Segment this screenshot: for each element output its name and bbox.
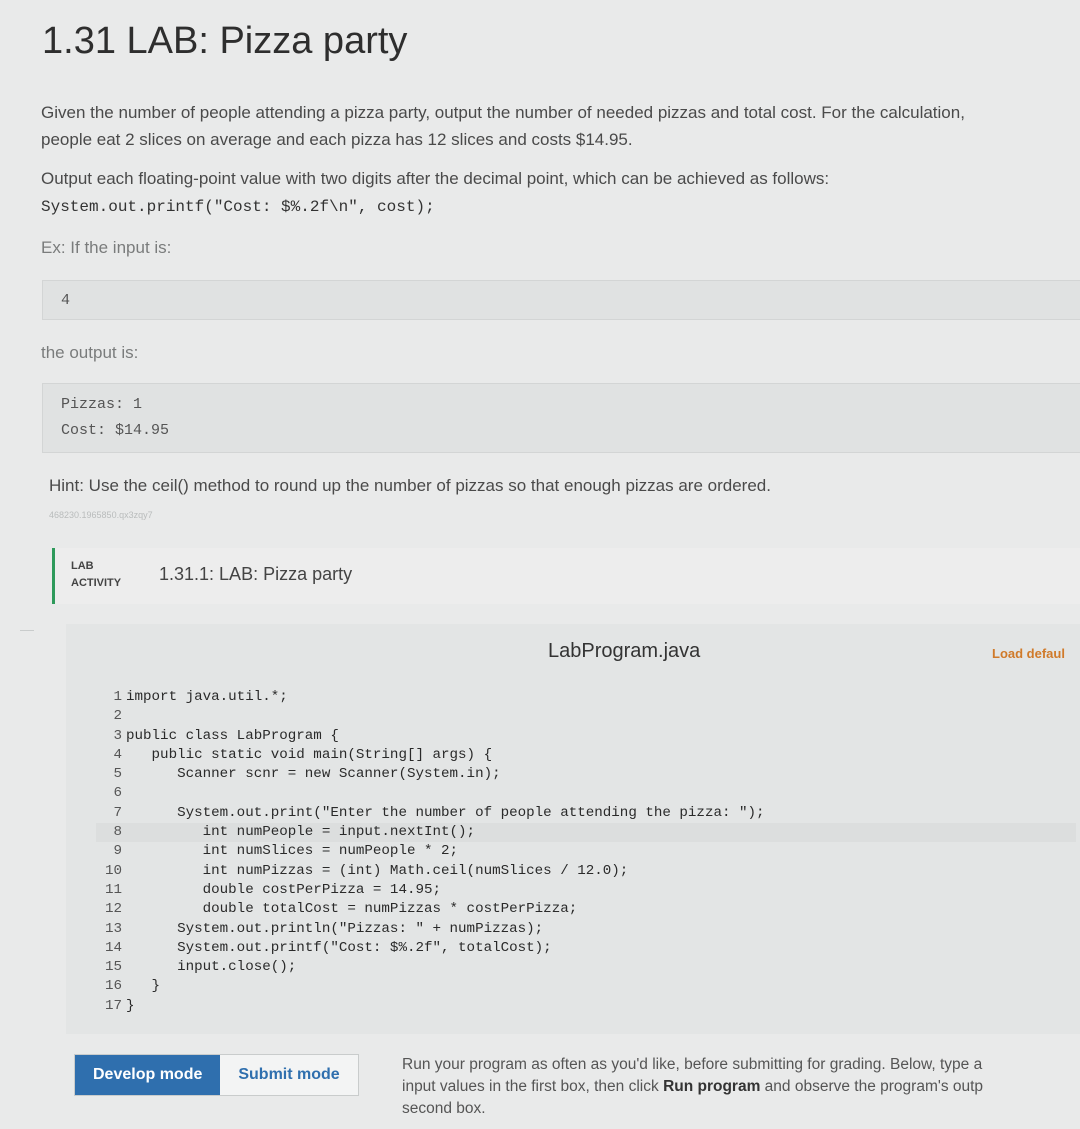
- line-number: 5: [113, 766, 122, 783]
- line-number: 13: [104, 920, 122, 937]
- line-number: 9: [113, 843, 122, 860]
- code-line[interactable]: 1 import java.util.*;: [96, 688, 1076, 707]
- description-line-3: Output each floating-point value with tw…: [41, 169, 830, 188]
- line-number: 15: [104, 959, 122, 976]
- example-output-line-2: Cost: $14.95: [61, 422, 170, 439]
- line-number: 8: [113, 824, 122, 841]
- code-line[interactable]: 15 input.close();: [96, 958, 1076, 977]
- example-input-label: Ex: If the input is:: [41, 238, 172, 257]
- line-source[interactable]: System.out.printf("Cost: $%.2f", totalCo…: [126, 940, 552, 956]
- instructions-line-2b: and observe the program's outp: [760, 1078, 984, 1095]
- line-source[interactable]: double costPerPizza = 14.95;: [126, 882, 441, 898]
- lab-activity-name: 1.31.1: LAB: Pizza party: [159, 564, 353, 584]
- example-output-box: Pizzas: 1 Cost: $14.95: [42, 383, 1080, 453]
- code-editor[interactable]: LabProgram.java Load defaul 1 import java…: [66, 624, 1080, 1034]
- code-lines[interactable]: 1 import java.util.*; 2 3 public class LabPr…: [96, 688, 1076, 1016]
- line-number: 7: [113, 804, 122, 821]
- line-source[interactable]: }: [126, 978, 161, 994]
- code-line[interactable]: 7 System.out.print("Enter the number of …: [96, 804, 1076, 823]
- code-line[interactable]: 10 int numPizzas = (int) Math.ceil(numSl…: [96, 862, 1076, 881]
- line-number: 11: [104, 881, 122, 898]
- tracking-id: 468230.1965850.qx3zqy7: [49, 510, 153, 520]
- code-line[interactable]: 2: [96, 707, 1076, 726]
- example-input-value: 4: [61, 292, 71, 309]
- code-line[interactable]: 6: [96, 784, 1076, 803]
- line-source[interactable]: public static void main(String[] args) {: [126, 747, 493, 763]
- example-output-line-1: Pizzas: 1: [61, 396, 143, 413]
- run-instructions: Run your program as often as you'd like,…: [402, 1054, 1072, 1120]
- line-source[interactable]: double totalCost = numPizzas * costPerPi…: [126, 901, 578, 917]
- line-number: 6: [113, 785, 122, 802]
- line-number: 1: [113, 689, 122, 705]
- instructions-line-2a: input values in the first box, then clic…: [402, 1078, 664, 1095]
- editor-filename: LabProgram.java: [548, 640, 701, 662]
- line-source[interactable]: import java.util.*;: [126, 689, 288, 705]
- line-source[interactable]: }: [126, 998, 135, 1014]
- example-input-box: 4: [42, 280, 1080, 320]
- hint-text: Hint: Use the ceil() method to round up …: [49, 476, 771, 495]
- instructions-line-3: second box.: [402, 1100, 486, 1117]
- line-number: 4: [113, 746, 122, 763]
- line-source[interactable]: public class LabProgram {: [126, 728, 339, 744]
- example-output-label: the output is:: [41, 343, 139, 362]
- code-line[interactable]: 11 double costPerPizza = 14.95;: [96, 881, 1076, 900]
- instructions-line-1: Run your program as often as you'd like,…: [402, 1056, 983, 1073]
- line-source[interactable]: System.out.println("Pizzas: " + numPizza…: [126, 921, 543, 937]
- line-source[interactable]: int numPeople = input.nextInt();: [126, 824, 475, 840]
- line-number: 3: [113, 727, 122, 744]
- code-line[interactable]: 3 public class LabProgram {: [96, 727, 1076, 746]
- line-source[interactable]: System.out.print("Enter the number of pe…: [126, 805, 764, 821]
- mode-toggle: Develop mode Submit mode: [74, 1054, 359, 1096]
- run-program-reference: Run program: [663, 1078, 761, 1095]
- code-line[interactable]: 5 Scanner scnr = new Scanner(System.in);: [96, 765, 1076, 784]
- line-source[interactable]: Scanner scnr = new Scanner(System.in);: [126, 766, 501, 782]
- lab-tag-line-1: LAB: [71, 560, 94, 572]
- line-number: 12: [104, 901, 122, 918]
- printf-code-sample: System.out.printf("Cost: $%.2f\n", cost)…: [41, 198, 435, 216]
- load-default-link[interactable]: Load defaul: [992, 646, 1065, 661]
- line-source[interactable]: int numSlices = numPeople * 2;: [126, 843, 458, 859]
- description-line-1: Given the number of people attending a p…: [41, 103, 965, 122]
- line-number: 17: [104, 997, 122, 1014]
- instructions-line-2: input values in the first box, then clic…: [402, 1076, 1072, 1098]
- page-title: 1.31 LAB: Pizza party: [42, 20, 408, 62]
- line-number: 16: [104, 978, 122, 995]
- code-line[interactable]: 4 public static void main(String[] args)…: [96, 746, 1076, 765]
- line-number: 10: [104, 862, 122, 879]
- code-line[interactable]: 9 int numSlices = numPeople * 2;: [96, 842, 1076, 861]
- lab-activity-header: LAB ACTIVITY 1.31.1: LAB: Pizza party: [52, 548, 1080, 604]
- code-line[interactable]: 16 }: [96, 977, 1076, 996]
- develop-mode-button[interactable]: Develop mode: [75, 1055, 221, 1095]
- line-number: 2: [113, 708, 122, 725]
- description-line-2: people eat 2 slices on average and each …: [41, 130, 633, 149]
- code-line[interactable]: 17}: [96, 997, 1076, 1016]
- code-line[interactable]: 14 System.out.printf("Cost: $%.2f", tota…: [96, 939, 1076, 958]
- line-source[interactable]: input.close();: [126, 959, 296, 975]
- line-source[interactable]: int numPizzas = (int) Math.ceil(numSlice…: [126, 863, 629, 879]
- submit-mode-button[interactable]: Submit mode: [220, 1055, 357, 1095]
- code-line[interactable]: 8 int numPeople = input.nextInt();: [96, 823, 1076, 843]
- code-line[interactable]: 12 double totalCost = numPizzas * costPe…: [96, 900, 1076, 919]
- line-number: 14: [104, 939, 122, 956]
- lab-activity-tag: LAB ACTIVITY: [71, 558, 121, 592]
- page-divider: [20, 630, 34, 631]
- lab-tag-line-2: ACTIVITY: [71, 577, 122, 589]
- code-line[interactable]: 13 System.out.println("Pizzas: " + numPi…: [96, 920, 1076, 939]
